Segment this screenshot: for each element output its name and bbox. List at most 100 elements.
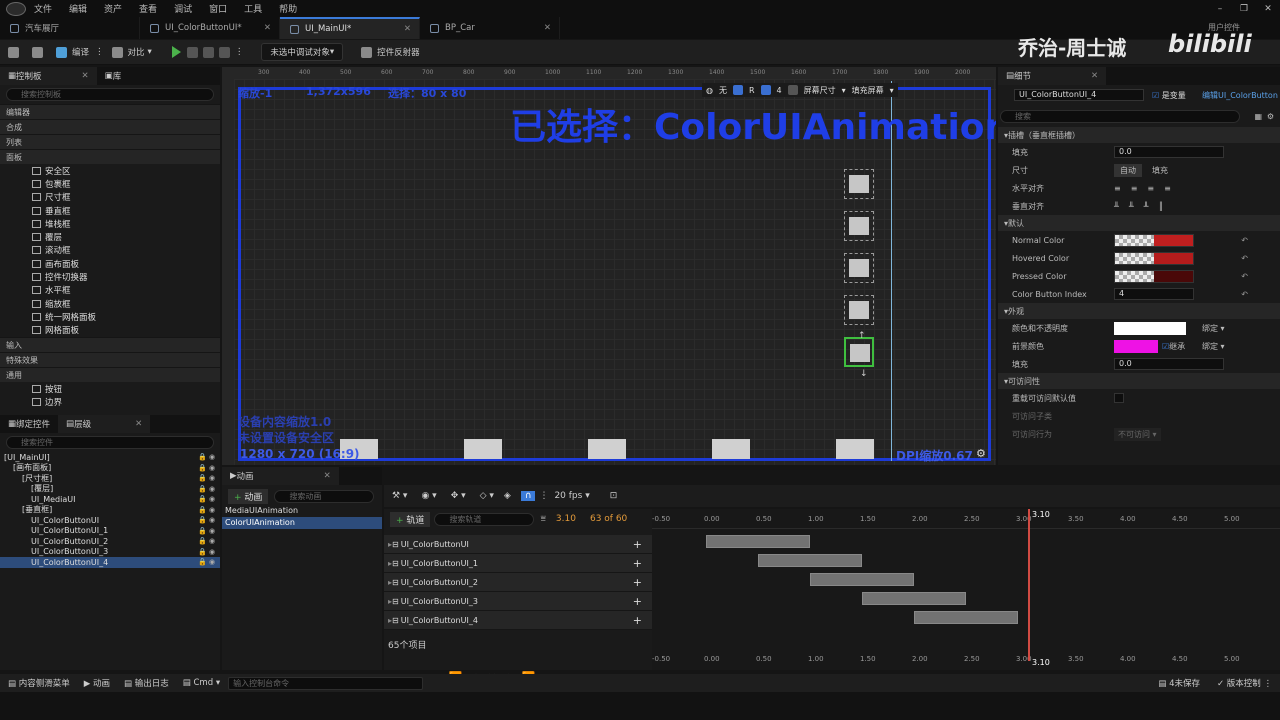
filter-icon[interactable]: ⩸ bbox=[540, 514, 545, 524]
palette-item[interactable]: 缩放框 bbox=[0, 297, 220, 310]
add-animation-button[interactable]: + 动画 bbox=[228, 488, 269, 504]
foreground-color-swatch[interactable] bbox=[1114, 339, 1158, 353]
visibility-eye-icon[interactable]: 🔒 ◉ bbox=[198, 453, 215, 461]
tab-animations[interactable]: ▶ 动画 ✕ bbox=[222, 467, 339, 485]
color-button-slot[interactable] bbox=[844, 295, 874, 325]
move-down-icon[interactable]: ↓ bbox=[860, 369, 868, 379]
appearance-category[interactable]: ▾ 外观 bbox=[998, 303, 1280, 319]
palette-item[interactable]: 滚动框 bbox=[0, 244, 220, 257]
menu-window[interactable]: 窗口 bbox=[209, 2, 227, 15]
globe-icon[interactable]: ◍ bbox=[706, 86, 713, 95]
more-options-icon[interactable]: ⋮ bbox=[95, 47, 104, 57]
track-row[interactable]: ▸ ⊟ UI_ColorButtonUI_1 + bbox=[384, 554, 652, 573]
color-button-slot[interactable] bbox=[844, 211, 874, 241]
visibility-eye-icon[interactable]: 🔒 ◉ bbox=[198, 495, 215, 503]
palette-category[interactable]: 面板 bbox=[0, 149, 220, 164]
size-fill-button[interactable]: 填充 bbox=[1148, 164, 1172, 177]
menu-edit[interactable]: 编辑 bbox=[69, 2, 87, 15]
color-button-slot-selected[interactable] bbox=[844, 337, 874, 367]
override-checkbox[interactable] bbox=[1114, 393, 1124, 403]
close-icon[interactable]: ✕ bbox=[82, 71, 89, 81]
palette-item[interactable]: 统一网格面板 bbox=[0, 310, 220, 323]
debug-target-dropdown[interactable]: 未选中调试对象 ▾ bbox=[261, 43, 344, 61]
hierarchy-row[interactable]: [UI_MainUI] 🔒 ◉ bbox=[0, 452, 220, 463]
animation-section-bar[interactable] bbox=[810, 573, 914, 586]
hierarchy-row[interactable]: UI_ColorButtonUI_3 🔒 ◉ bbox=[0, 547, 220, 558]
close-icon[interactable]: ✕ bbox=[1091, 71, 1098, 81]
pressed-color-swatch[interactable] bbox=[1114, 269, 1194, 283]
hierarchy-row[interactable]: UI_MediaUI 🔒 ◉ bbox=[0, 494, 220, 505]
hierarchy-row[interactable]: [尺寸框] 🔒 ◉ bbox=[0, 473, 220, 484]
valign-buttons[interactable]: ╨╨╨║ bbox=[1114, 202, 1173, 211]
close-tab-icon[interactable]: ✕ bbox=[544, 23, 551, 33]
diff-button[interactable]: 对比 ▾ bbox=[111, 46, 152, 58]
size-auto-button[interactable]: 自动 bbox=[1114, 163, 1142, 177]
media-button[interactable] bbox=[464, 439, 502, 459]
maximize-icon[interactable]: ❐ bbox=[1232, 4, 1256, 14]
animation-section-bar[interactable] bbox=[862, 592, 966, 605]
close-icon[interactable]: ✕ bbox=[135, 419, 142, 429]
reset-icon[interactable]: ↶ bbox=[1241, 290, 1248, 299]
unsaved-button[interactable]: ▤ 4未保存 bbox=[1158, 677, 1200, 689]
is-variable-checkbox[interactable]: ☑ 是变量 bbox=[1152, 90, 1186, 101]
media-button[interactable] bbox=[712, 439, 750, 459]
animation-item-selected[interactable]: ColorUIAnimation bbox=[222, 517, 382, 529]
add-key-icon[interactable]: + bbox=[633, 557, 642, 570]
palette-item[interactable]: 垂直框 bbox=[0, 204, 220, 217]
output-log-button[interactable]: ▤ 输出日志 bbox=[124, 677, 169, 689]
menu-file[interactable]: 文件 bbox=[34, 2, 52, 15]
device-icon[interactable] bbox=[787, 85, 798, 95]
content-drawer-button[interactable]: ▤ 内容侧滑菜单 bbox=[8, 677, 70, 689]
compile-button[interactable]: 编译 ⋮ bbox=[56, 46, 104, 58]
inherit-checkbox[interactable]: ☑继承 bbox=[1162, 341, 1185, 352]
visibility-eye-icon[interactable]: 🔒 ◉ bbox=[198, 548, 215, 556]
add-key-icon[interactable]: + bbox=[633, 576, 642, 589]
color-button-slot[interactable] bbox=[844, 169, 874, 199]
visibility-eye-icon[interactable]: 🔒 ◉ bbox=[198, 474, 215, 482]
snap-icon[interactable]: ∩ bbox=[520, 491, 536, 501]
hovered-color-swatch[interactable] bbox=[1114, 251, 1194, 265]
color-button-slot[interactable] bbox=[844, 253, 874, 283]
tab-bp-car[interactable]: BP_Car ✕ bbox=[420, 17, 560, 39]
tab-color-button-ui[interactable]: UI_ColorButtonUI* ✕ bbox=[140, 17, 280, 39]
respect-locks-toggle[interactable]: R bbox=[749, 86, 755, 95]
palette-item[interactable]: 尺寸框 bbox=[0, 191, 220, 204]
lock-icon[interactable] bbox=[732, 85, 743, 95]
access-behavior-dropdown[interactable]: 不可访问 ▾ bbox=[1114, 427, 1161, 441]
visibility-eye-icon[interactable]: 🔒 ◉ bbox=[198, 516, 215, 524]
bind-dropdown[interactable]: 绑定 ▾ bbox=[1202, 323, 1225, 334]
accessibility-category[interactable]: ▾ 可访问性 bbox=[998, 373, 1280, 389]
source-control-button[interactable]: ✓ 版本控制 ⋮ bbox=[1217, 677, 1272, 689]
key-icon[interactable]: ◇ ▾ bbox=[480, 491, 494, 501]
add-key-icon[interactable]: + bbox=[633, 595, 642, 608]
table-view-icon[interactable]: ▦ bbox=[1254, 112, 1262, 121]
tab-bind-widgets[interactable]: ▦ 绑定控件 bbox=[0, 415, 58, 433]
visibility-eye-icon[interactable]: 🔒 ◉ bbox=[198, 527, 215, 535]
animation-search-input[interactable]: 搜索动画 bbox=[274, 489, 375, 503]
track-row[interactable]: ▸ ⊟ UI_ColorButtonUI_2 + bbox=[384, 573, 652, 592]
grid-snap-icon[interactable] bbox=[760, 85, 771, 95]
halign-buttons[interactable]: ≡≡≡≡ bbox=[1114, 184, 1181, 193]
reset-icon[interactable]: ↶ bbox=[1241, 236, 1248, 245]
animation-section-bar[interactable] bbox=[914, 611, 1018, 624]
transform-icon[interactable]: ✥ ▾ bbox=[451, 491, 466, 501]
visibility-eye-icon[interactable]: 🔒 ◉ bbox=[198, 464, 215, 472]
button-index-input[interactable]: 4 bbox=[1114, 288, 1194, 300]
menu-help[interactable]: 帮助 bbox=[279, 2, 297, 15]
tools-icon[interactable]: ⚒ ▾ bbox=[392, 491, 407, 501]
designer-viewport[interactable]: 300 400 500 600 700 800 900 1000 1100 1200 1300 140… bbox=[222, 67, 996, 465]
hierarchy-row[interactable]: [覆层] 🔒 ◉ bbox=[0, 484, 220, 495]
more-options-icon[interactable]: ⋮ bbox=[235, 47, 244, 57]
eject-button[interactable]: ⋮ bbox=[218, 46, 244, 58]
palette-item[interactable]: 控件切换器 bbox=[0, 270, 220, 283]
palette-item[interactable]: 堆栈框 bbox=[0, 217, 220, 230]
animation-drawer-button[interactable]: ▶ 动画 bbox=[84, 677, 110, 689]
fill-screen-dropdown[interactable]: 填充屏幕 bbox=[852, 85, 884, 96]
playhead[interactable] bbox=[1028, 509, 1031, 661]
screen-size-dropdown[interactable]: 屏幕尺寸 bbox=[804, 85, 836, 96]
animation-section-bar[interactable] bbox=[758, 554, 862, 567]
move-up-icon[interactable]: ↑ bbox=[858, 331, 866, 341]
track-row[interactable]: ▸ ⊟ UI_ColorButtonUI_4 + bbox=[384, 611, 652, 630]
play-button[interactable] bbox=[171, 46, 187, 58]
close-tab-icon[interactable]: ✕ bbox=[264, 23, 271, 33]
